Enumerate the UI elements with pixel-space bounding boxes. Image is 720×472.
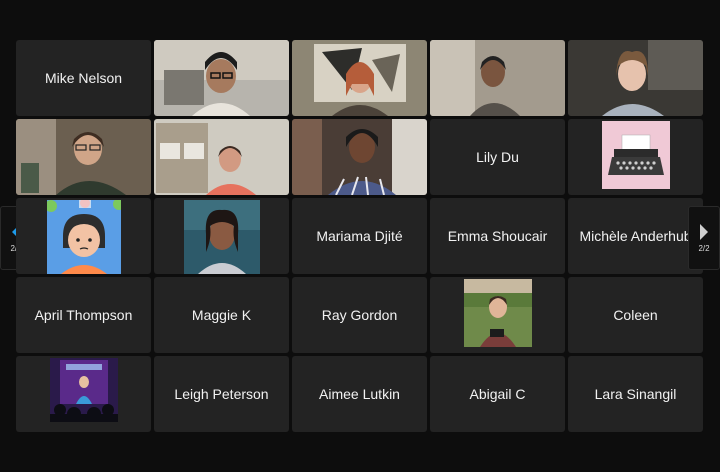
participant-tile[interactable]: Lily Du	[430, 119, 565, 195]
participant-tile[interactable]: Ray Gordon	[292, 277, 427, 353]
participant-video[interactable]	[154, 119, 289, 195]
participant-video[interactable]	[292, 40, 427, 116]
participant-name: Lily Du	[476, 149, 519, 165]
person-video-icon	[292, 119, 427, 195]
participant-tile[interactable]	[568, 119, 703, 195]
participant-tile[interactable]: Michèle Anderhub	[568, 198, 703, 274]
participant-tile[interactable]: Maggie K	[154, 277, 289, 353]
chevron-right-icon	[700, 224, 708, 240]
participant-tile[interactable]: Mariama Djité	[292, 198, 427, 274]
person-video-icon	[154, 40, 289, 116]
person-video-icon	[430, 40, 565, 116]
participant-tile[interactable]: Emma Shoucair	[430, 198, 565, 274]
participant-name: Ray Gordon	[321, 307, 398, 323]
participant-tile[interactable]	[16, 198, 151, 274]
participant-name: Michèle Anderhub	[579, 228, 692, 244]
participant-name: Leigh Peterson	[174, 386, 269, 402]
participant-name: Mariama Djité	[316, 228, 403, 244]
participant-video[interactable]	[430, 40, 565, 116]
participant-tile[interactable]	[154, 198, 289, 274]
next-page-button[interactable]: 2/2	[688, 206, 720, 270]
participant-tile[interactable]: Aimee Lutkin	[292, 356, 427, 432]
person-video-icon	[16, 119, 151, 195]
participant-tile[interactable]: Coleen	[568, 277, 703, 353]
participant-tile[interactable]	[430, 277, 565, 353]
participant-name: Lara Sinangil	[594, 386, 677, 402]
participant-video[interactable]	[16, 119, 151, 195]
participant-name: Maggie K	[191, 307, 252, 323]
profile-photo-icon	[183, 200, 260, 274]
person-video-icon	[154, 119, 289, 195]
page-indicator: 2/2	[698, 244, 710, 253]
participant-tile[interactable]: Leigh Peterson	[154, 356, 289, 432]
participant-video[interactable]	[292, 119, 427, 195]
participant-tile[interactable]: April Thompson	[16, 277, 151, 353]
participant-name: Coleen	[613, 307, 658, 323]
participant-tile[interactable]	[16, 356, 151, 432]
participant-tile[interactable]: Mike Nelson	[16, 40, 151, 116]
participant-name: Emma Shoucair	[447, 228, 548, 244]
participant-name: Aimee Lutkin	[319, 386, 400, 402]
person-video-icon	[292, 40, 427, 116]
participant-video[interactable]	[568, 40, 703, 116]
typewriter-avatar-icon	[601, 121, 670, 189]
participant-tile[interactable]: Lara Sinangil	[568, 356, 703, 432]
participant-name: Abigail C	[469, 386, 526, 402]
participant-tile[interactable]: Abigail C	[430, 356, 565, 432]
cartoon-avatar-icon	[46, 200, 121, 274]
participant-name: April Thompson	[34, 307, 133, 323]
profile-photo-icon	[463, 279, 532, 347]
participant-grid: Mike Nelson Lily Du Mariama Djité Emma S…	[16, 40, 703, 432]
person-video-icon	[568, 40, 703, 116]
participant-name: Mike Nelson	[44, 70, 123, 86]
participant-video[interactable]	[154, 40, 289, 116]
stage-photo-icon	[49, 358, 118, 422]
